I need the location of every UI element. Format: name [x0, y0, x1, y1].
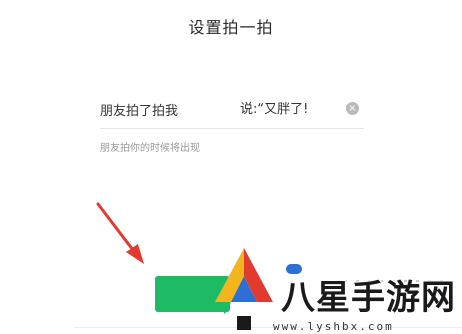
hint-text: 朋友拍你的时候将出现 — [100, 143, 200, 154]
page-title: 设置拍一拍 — [188, 18, 274, 37]
pat-prefix-label: 朋友拍了拍我 — [100, 104, 179, 119]
watermark-logo-icon — [215, 248, 273, 314]
watermark-name: 八星手游网 — [281, 278, 456, 318]
set-pat-page: 设置拍一拍 朋友拍了拍我 × 朋友拍你的时候将出现 八星手游网 www.lysh… — [0, 0, 462, 334]
red-arrow-icon — [96, 202, 144, 264]
watermark: 八星手游网 www.lyshbx.com — [207, 242, 457, 334]
pat-suffix-input[interactable] — [240, 100, 340, 115]
watermark-url: www.lyshbx.com — [273, 320, 394, 333]
pat-row: 朋友拍了拍我 × — [100, 100, 362, 120]
clear-input-icon[interactable]: × — [346, 102, 359, 115]
watermark-square-icon — [237, 316, 251, 330]
input-divider — [100, 128, 364, 129]
